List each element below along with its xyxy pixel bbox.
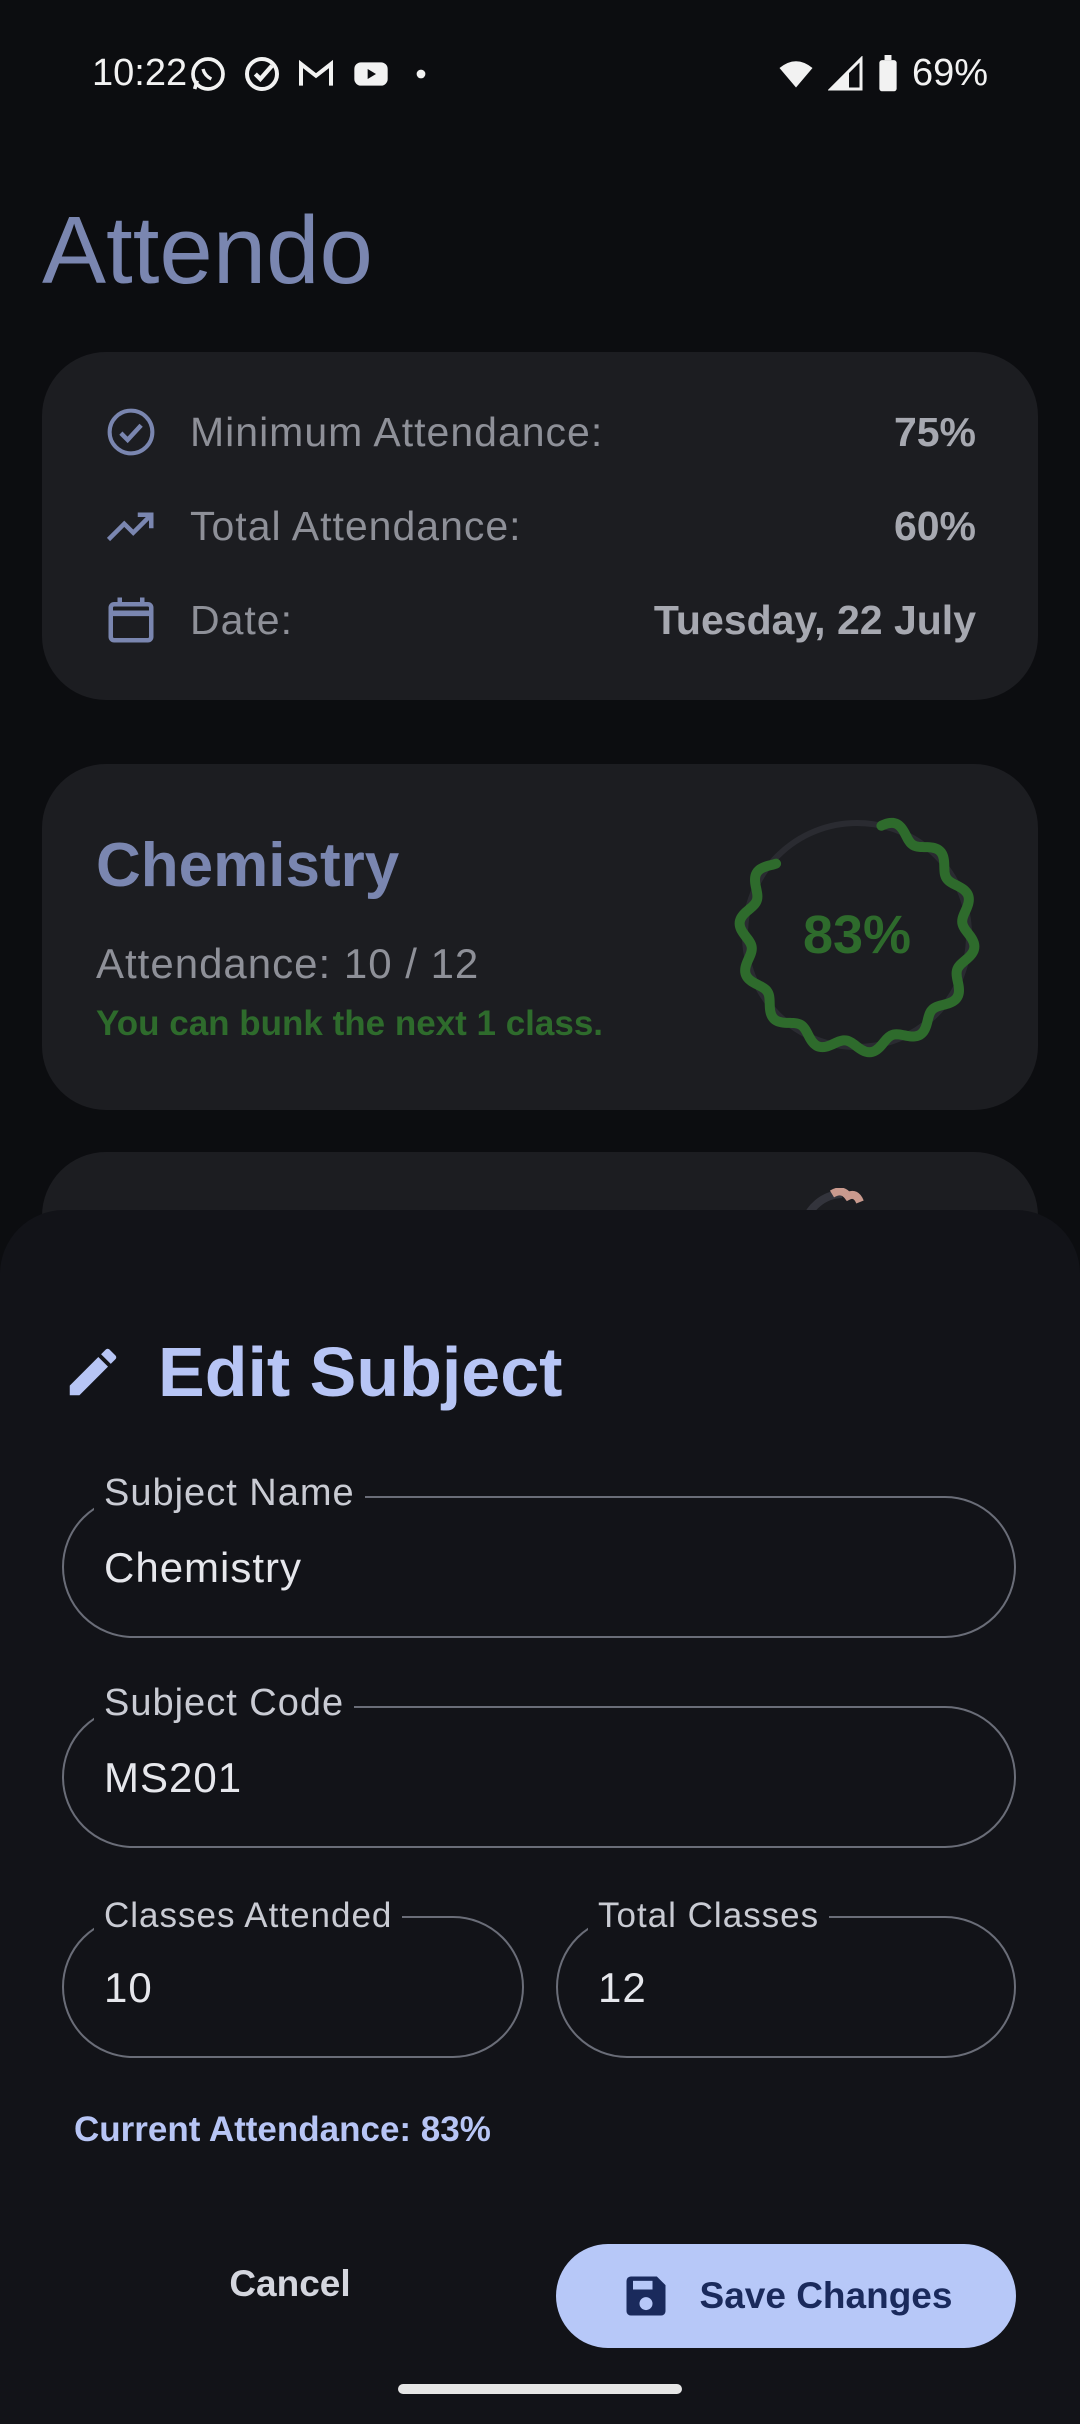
- status-bar: 10:22 69%: [0, 0, 1080, 150]
- whatsapp-icon: [191, 57, 225, 91]
- status-time: 10:22: [92, 52, 188, 94]
- save-changes-button[interactable]: Save Changes: [556, 2244, 1016, 2348]
- check-circle-icon: [245, 57, 279, 91]
- total-attendance-row: Total Attendance: 60%: [42, 486, 1038, 566]
- sheet-header: Edit Subject: [62, 1332, 562, 1412]
- subject-code-label: Subject Code: [94, 1682, 355, 1725]
- app-title: Attendo: [42, 197, 373, 304]
- subject-attendance: Attendance: 10 / 12: [96, 940, 480, 987]
- min-attendance-label: Minimum Attendance:: [190, 408, 604, 455]
- wifi-icon: [779, 60, 813, 87]
- classes-attended-field[interactable]: Classes Attended: [62, 1896, 524, 2058]
- trending-up-icon: [106, 512, 154, 542]
- date-label: Date:: [190, 596, 293, 643]
- check-circle-icon: [107, 408, 155, 456]
- notification-icons: [188, 54, 436, 94]
- subject-name-input[interactable]: [104, 1544, 864, 1592]
- save-changes-label: Save Changes: [699, 2275, 953, 2316]
- min-attendance-value: 75%: [893, 408, 976, 455]
- cancel-button[interactable]: Cancel: [190, 2244, 390, 2324]
- subject-name-field[interactable]: Subject Name: [62, 1472, 1016, 1638]
- bunk-message: You can bunk the next 1 class.: [96, 1004, 604, 1043]
- subject-name-label: Subject Name: [94, 1472, 365, 1515]
- dot-icon: [416, 69, 426, 79]
- attendance-summary-card: Minimum Attendance: 75% Total Attendance…: [42, 352, 1038, 700]
- gmail-icon: [299, 59, 333, 86]
- youtube-icon: [354, 62, 388, 86]
- total-classes-label: Total Classes: [588, 1896, 830, 1936]
- classes-attended-label: Classes Attended: [94, 1896, 403, 1936]
- total-attendance-label: Total Attendance:: [190, 502, 522, 549]
- date-value: Tuesday, 22 July: [653, 596, 976, 643]
- home-indicator[interactable]: [398, 2384, 682, 2394]
- subject-code-input[interactable]: [104, 1754, 864, 1802]
- battery-percent: 69%: [911, 52, 988, 94]
- attendance-percent: 83%: [802, 905, 912, 965]
- edit-subject-sheet: Edit Subject Subject Name Subject Code C…: [0, 1210, 1080, 2424]
- signal-icon: [827, 55, 863, 90]
- min-attendance-row: Minimum Attendance: 75%: [42, 392, 1038, 472]
- save-icon: [626, 2276, 666, 2316]
- classes-attended-input[interactable]: [104, 1964, 471, 2012]
- subject-name: Chemistry: [96, 831, 400, 900]
- sheet-title: Edit Subject: [158, 1333, 563, 1411]
- date-row: Date: Tuesday, 22 July: [42, 580, 1038, 660]
- subject-code-field[interactable]: Subject Code: [62, 1682, 1016, 1848]
- subject-card-chemistry[interactable]: Chemistry Attendance: 10 / 12 You can bu…: [42, 764, 1038, 1110]
- battery-icon: [879, 54, 897, 91]
- total-classes-field[interactable]: Total Classes: [556, 1896, 1016, 2058]
- calendar-icon: [108, 597, 154, 643]
- total-attendance-value: 60%: [893, 502, 976, 549]
- total-classes-input[interactable]: [598, 1964, 963, 2012]
- current-attendance-text: Current Attendance: 83%: [74, 2110, 491, 2149]
- edit-pencil-icon: [69, 1348, 117, 1396]
